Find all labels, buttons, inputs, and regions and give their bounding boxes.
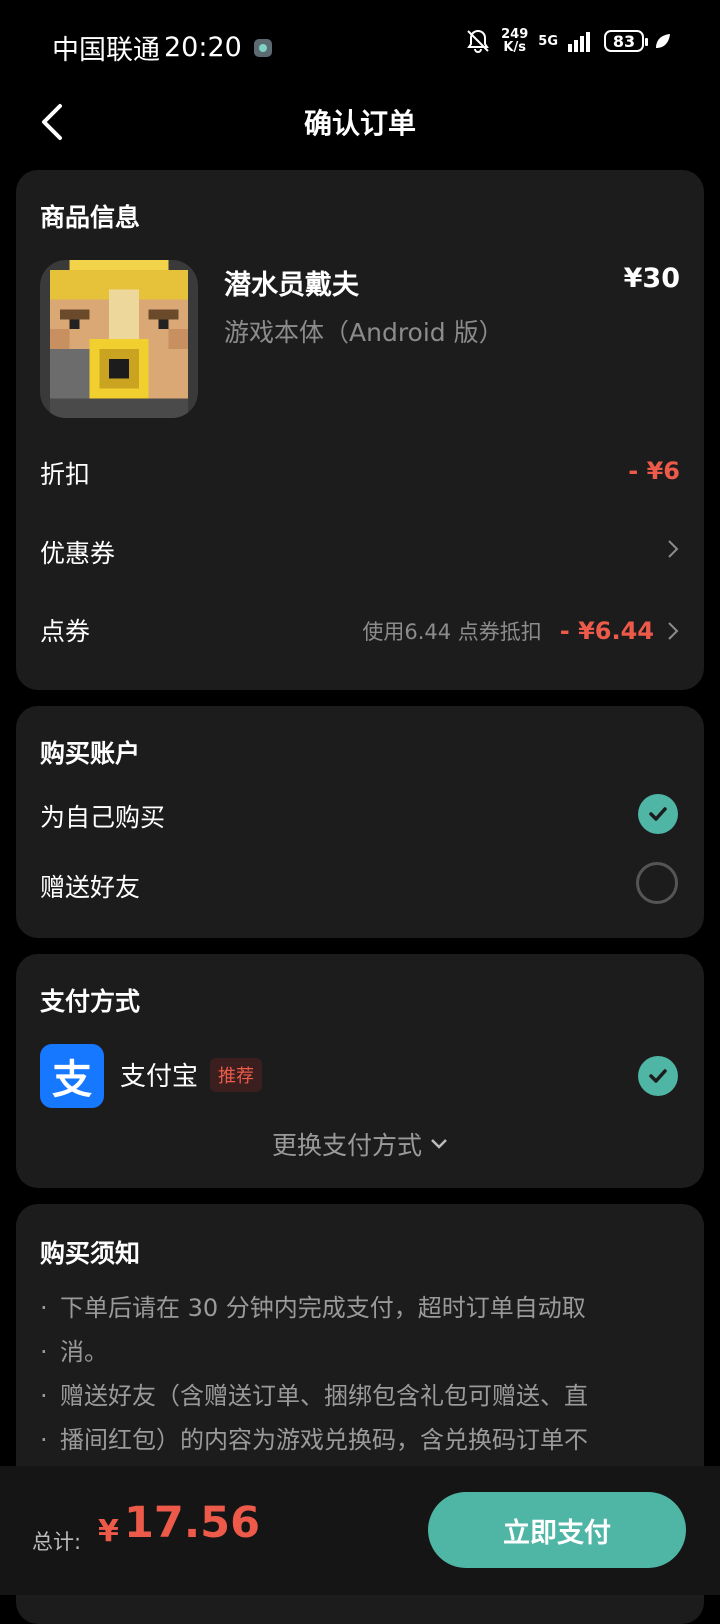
checkout-footer: 总计: ¥ 17.56 立即支付 [0,1466,720,1595]
battery-level: 83 [612,31,636,51]
currency-symbol: ¥ [98,1514,119,1549]
recommend-badge: 推荐 [210,1058,262,1092]
account-section-title: 购买账户 [40,739,141,768]
checked-icon[interactable] [638,794,678,834]
pay-now-button[interactable]: 立即支付 [428,1492,686,1568]
unchecked-radio-icon[interactable] [636,862,678,904]
network-type: 5G [538,33,558,49]
coupon-row[interactable]: 优惠券 [16,510,704,580]
option-self-row[interactable]: 为自己购买 [16,788,704,850]
page-title: 确认订单 [303,107,416,140]
time-text: 20:20 [164,32,242,63]
status-right: 249 K/s 5G 83 [465,28,672,54]
points-hint: 使用6.44 点券抵扣 [362,620,542,644]
account-card: 购买账户 为自己购买 赠送好友 [16,706,704,938]
product-subtitle: 游戏本体（Android 版） [224,318,504,347]
status-left: 中国联通 20:20 [52,28,272,67]
discount-value: - ¥6 [628,457,680,485]
option-self-label: 为自己购买 [40,803,166,832]
points-label: 点券 [40,617,91,646]
chevron-down-icon [431,1139,447,1149]
speed-unit: K/s [503,40,526,55]
network-speed: 249 K/s [501,28,528,54]
product-price: ¥30 [623,263,680,294]
change-payment-button[interactable]: 更换支付方式 [16,1126,704,1162]
payment-card: 支付方式 支 支付宝 推荐 更换支付方式 [16,954,704,1188]
points-row[interactable]: 点券 使用6.44 点券抵扣 - ¥6.44 [16,590,704,660]
signal-icon [568,32,590,52]
game-icon[interactable] [40,260,198,418]
total-label: 总计: [32,1530,82,1554]
alipay-icon: 支 [40,1044,104,1108]
product-card: 商品信息 潜水员戴夫 ¥30 游戏本体（Android 版） 折扣 - ¥6 优… [16,170,704,690]
product-name: 潜水员戴夫 [224,270,359,301]
chevron-right-icon [668,622,679,640]
discount-row-right: - ¥6 [628,457,680,485]
points-row-right: 使用6.44 点券抵扣 - ¥6.44 [362,616,680,646]
notice-section-title: 购买须知 [40,1239,141,1268]
payment-method-name[interactable]: 支付宝 [120,1056,198,1093]
mute-bell-icon [467,29,490,53]
chevron-right-icon [668,540,679,558]
discount-label: 折扣 [40,460,91,489]
notice-item: 下单后请在 30 分钟内完成支付，超时订单自动取 [40,1286,680,1330]
coupon-label: 优惠券 [40,539,116,568]
status-bar: 中国联通 20:20 249 K/s 5G 83 [0,0,720,92]
option-gift-row[interactable]: 赠送好友 [16,858,704,920]
total-amount: 17.56 [124,1498,261,1548]
coupon-row-right [666,538,680,560]
payment-section-title: 支付方式 [40,987,141,1016]
carrier-text: 中国联通 [52,35,160,66]
product-section-title: 商品信息 [40,203,141,232]
option-gift-label: 赠送好友 [40,873,141,902]
change-payment-label: 更换支付方式 [271,1131,422,1160]
points-value: - ¥6.44 [559,617,654,645]
app-notification-icon [253,38,272,57]
battery-icon: 83 [604,30,648,52]
notice-item: 赠送好友（含赠送订单、捆绑包含礼包可赠送、直 [40,1374,680,1418]
nav-bar: 确认订单 [0,92,720,154]
checked-icon[interactable] [638,1056,678,1096]
leaf-icon [656,34,670,48]
notice-item-continued: 消。 [40,1330,680,1374]
notice-item-continued: 播间红包）的内容为游戏兑换码，含兑换码订单不 [40,1418,680,1462]
